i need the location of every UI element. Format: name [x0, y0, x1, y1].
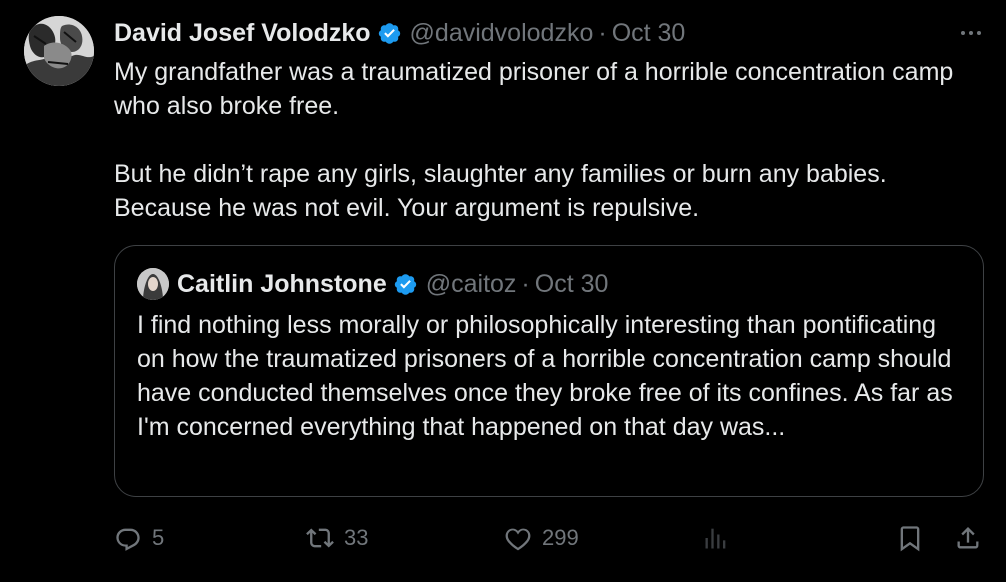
quoted-tweet-text: I find nothing less morally or philosoph…: [137, 311, 953, 441]
quoted-tweet-header: Caitlin Johnstone @caitoz · Oct 30: [177, 266, 608, 302]
quoted-author-name[interactable]: Caitlin Johnstone: [177, 266, 387, 302]
tweet-paragraph: My grandfather was a traumatized prisone…: [114, 58, 954, 120]
action-bar: 5 33 299: [114, 518, 986, 558]
bookmark-icon: [896, 524, 924, 552]
bookmark-button[interactable]: [896, 518, 924, 558]
verified-badge-icon: [377, 21, 402, 46]
share-icon: [954, 524, 982, 552]
reply-button[interactable]: 5: [114, 518, 164, 558]
quoted-tweet-date[interactable]: Oct 30: [535, 266, 609, 302]
author-avatar[interactable]: [24, 16, 94, 86]
separator-dot: ·: [598, 19, 607, 47]
tweet-date[interactable]: Oct 30: [612, 14, 686, 52]
retweet-count: 33: [344, 525, 369, 550]
views-icon: [702, 524, 730, 552]
tweet-paragraph: But he didn’t rape any girls, slaughter …: [114, 160, 887, 222]
tweet: David Josef Volodzko @davidvolodzko · Oc…: [0, 0, 1006, 582]
quoted-author-handle[interactable]: @caitoz: [426, 266, 517, 302]
retweet-icon: [306, 524, 334, 552]
views-button[interactable]: [702, 518, 730, 558]
like-button[interactable]: 299: [504, 518, 579, 558]
more-icon[interactable]: [956, 18, 986, 48]
separator-dot: ·: [521, 270, 530, 298]
retweet-button[interactable]: 33: [306, 518, 368, 558]
author-name[interactable]: David Josef Volodzko: [114, 14, 371, 52]
author-handle[interactable]: @davidvolodzko: [410, 14, 594, 52]
verified-badge-icon: [393, 272, 418, 297]
tweet-header: David Josef Volodzko @davidvolodzko · Oc…: [114, 14, 685, 52]
quoted-author-avatar[interactable]: [137, 268, 169, 300]
tweet-text: My grandfather was a traumatized prisone…: [114, 55, 984, 225]
quoted-tweet[interactable]: Caitlin Johnstone @caitoz · Oct 30 I fin…: [114, 245, 984, 497]
like-count: 299: [542, 525, 579, 550]
heart-icon: [504, 524, 532, 552]
reply-count: 5: [152, 525, 165, 550]
reply-icon: [114, 524, 142, 552]
share-button[interactable]: [954, 518, 982, 558]
